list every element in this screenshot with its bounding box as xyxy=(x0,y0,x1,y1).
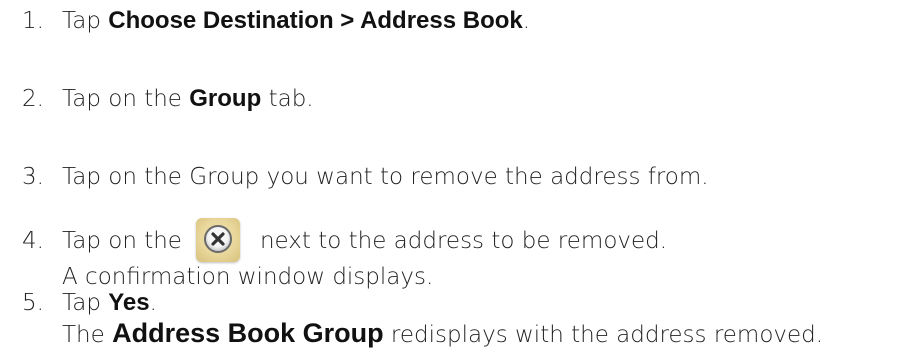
step-text-segment: redisplays with the address removed. xyxy=(383,322,824,348)
step-text: Tap on the Group tab. xyxy=(62,84,314,114)
step-text-segment: tab. xyxy=(261,86,314,112)
step-text-segment: next to the address to be removed. xyxy=(259,228,668,254)
step-text-segment: Tap on the xyxy=(62,86,190,112)
step-text-segment: . xyxy=(149,290,157,316)
step-2: 2. Tap on the Group tab. xyxy=(22,84,892,114)
menu-path: Choose Destination > Address Book xyxy=(108,7,523,34)
address-book-group-label: Address Book Group xyxy=(112,318,384,348)
step-text: Tap Choose Destination > Address Book. xyxy=(62,6,530,36)
step-text-segment: The xyxy=(62,322,113,348)
step-text-segment: Tap on the xyxy=(62,228,182,254)
group-tab-label: Group xyxy=(189,85,262,112)
x-mark-icon xyxy=(211,232,225,246)
close-x-icon xyxy=(195,218,240,262)
step-number: 5. xyxy=(22,290,44,316)
step-4: 4. Tap on the next to the address to be re… xyxy=(22,218,892,292)
step-number: 4. xyxy=(22,228,44,254)
step-text-segment: Tap xyxy=(62,290,109,316)
step-text-segment: Tap xyxy=(62,8,109,34)
step-5: 5. Tap Yes. The Address Book Group redisp… xyxy=(22,288,892,350)
step-text: Tap Yes. xyxy=(62,288,157,318)
step-1: 1. Tap Choose Destination > Address Book. xyxy=(22,6,892,36)
step-3: 3. Tap on the Group you want to remove th… xyxy=(22,162,892,192)
step-text-segment: . xyxy=(522,8,531,34)
step-number: 3. xyxy=(22,164,44,190)
step-number: 2. xyxy=(22,86,44,112)
step-number: 1. xyxy=(22,8,44,34)
step-result: The Address Book Group redisplays with t… xyxy=(62,318,892,350)
step-text: Tap on the next to the address to be remo… xyxy=(62,218,668,262)
yes-label: Yes xyxy=(108,289,150,316)
step-text: Tap on the Group you want to remove the … xyxy=(62,164,709,190)
